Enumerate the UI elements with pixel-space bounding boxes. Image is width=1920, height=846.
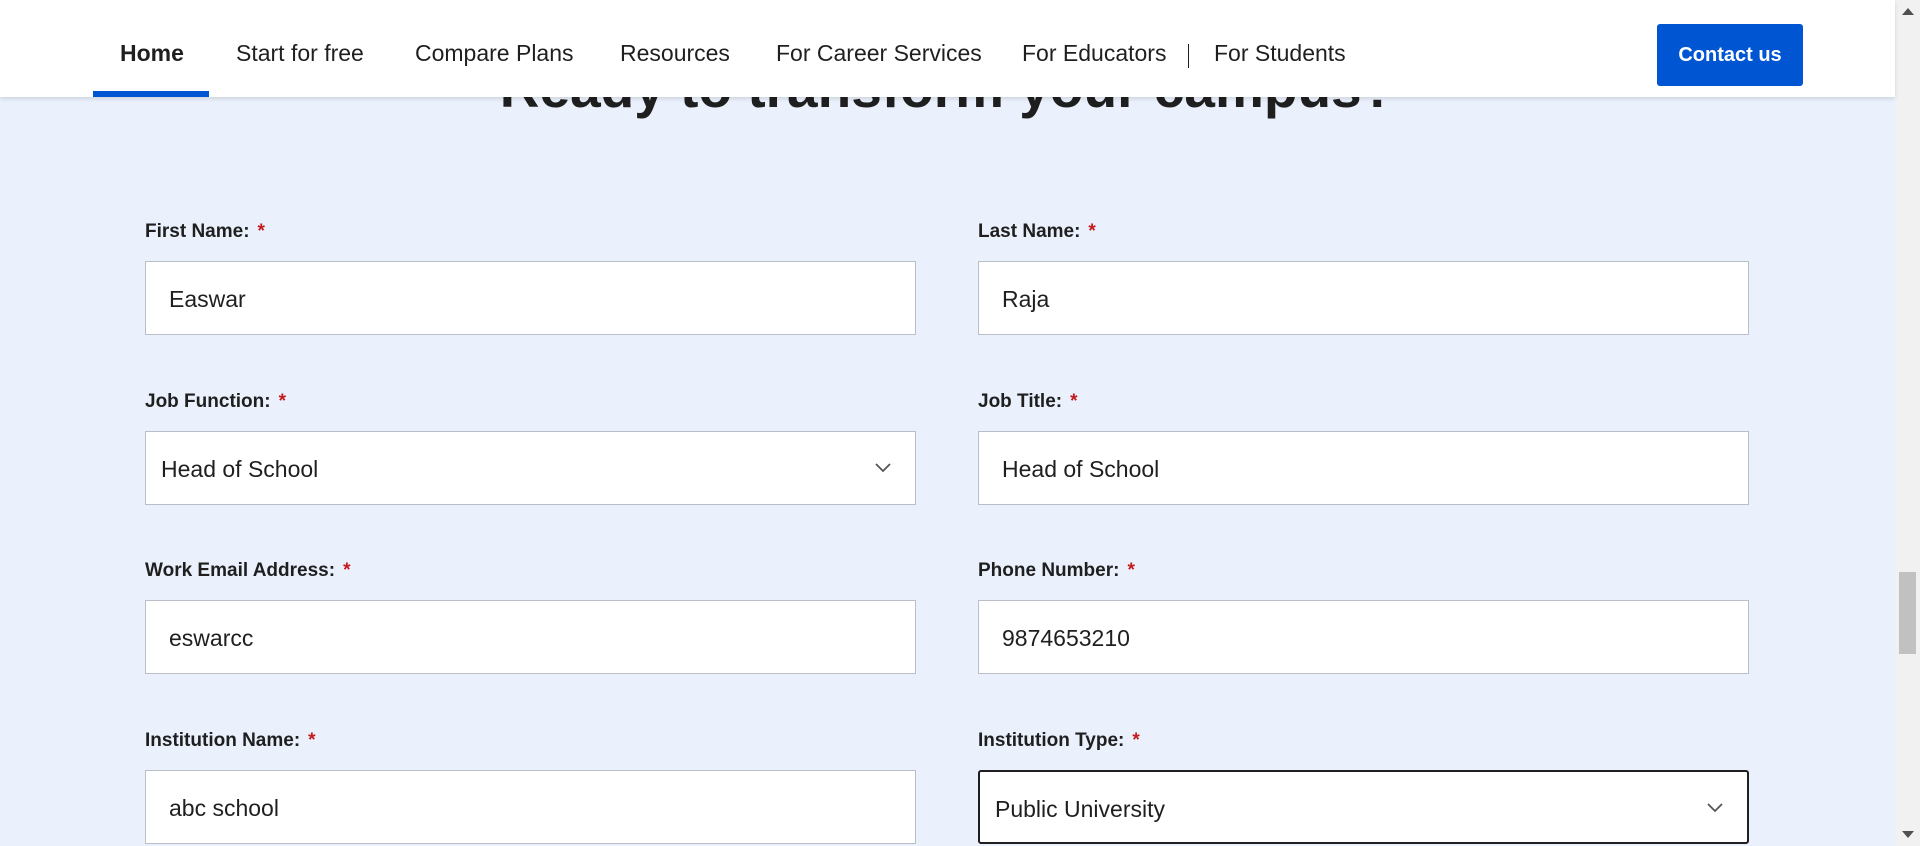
required-marker: * [257, 221, 265, 242]
required-marker: * [1088, 221, 1096, 242]
institution-name-label-text: Institution Name: [145, 730, 301, 751]
last-name-label: Last Name: * [978, 221, 1096, 243]
scroll-down-arrow-icon[interactable] [1902, 831, 1914, 838]
institution-type-value: Public University [995, 796, 1165, 822]
job-function-label-text: Job Function: [145, 391, 271, 412]
nav-home[interactable]: Home [120, 0, 184, 97]
nav-for-career-services[interactable]: For Career Services [776, 0, 982, 97]
institution-name-field[interactable]: abc school [145, 770, 916, 844]
chevron-down-icon [875, 463, 891, 473]
first-name-value: Easwar [169, 286, 246, 312]
required-marker: * [278, 391, 286, 412]
work-email-label: Work Email Address: * [145, 560, 350, 582]
scroll-up-arrow-icon[interactable] [1902, 8, 1914, 15]
institution-name-value: abc school [169, 795, 279, 821]
nav-divider [1188, 44, 1189, 68]
required-marker: * [308, 730, 316, 751]
job-function-value: Head of School [161, 456, 319, 482]
chevron-down-icon [1707, 803, 1723, 813]
institution-type-label-text: Institution Type: [978, 730, 1125, 751]
job-title-field[interactable]: Head of School [978, 431, 1749, 505]
job-title-label-text: Job Title: [978, 391, 1063, 412]
contact-us-button[interactable]: Contact us [1657, 24, 1803, 86]
nav-compare-plans[interactable]: Compare Plans [415, 0, 574, 97]
required-marker: * [1070, 391, 1078, 412]
phone-number-label-text: Phone Number: [978, 560, 1120, 581]
top-navigation: Home Start for free Compare Plans Resour… [0, 0, 1895, 97]
page: Ready to transform your campus? Home Sta… [0, 0, 1920, 846]
scrollbar-thumb[interactable] [1899, 572, 1916, 654]
required-marker: * [1127, 560, 1135, 581]
work-email-label-text: Work Email Address: [145, 560, 336, 581]
first-name-field[interactable]: Easwar [145, 261, 916, 335]
phone-number-value: 9874653210 [1002, 625, 1130, 651]
job-function-select[interactable]: Head of School [145, 431, 916, 505]
required-marker: * [343, 560, 351, 581]
nav-start-for-free[interactable]: Start for free [236, 0, 364, 97]
phone-number-label: Phone Number: * [978, 560, 1135, 582]
last-name-field[interactable]: Raja [978, 261, 1749, 335]
nav-resources[interactable]: Resources [620, 0, 730, 97]
work-email-field[interactable]: eswarcc [145, 600, 916, 674]
active-tab-indicator [93, 91, 209, 97]
nav-for-students[interactable]: For Students [1214, 0, 1346, 97]
job-title-label: Job Title: * [978, 391, 1078, 413]
institution-type-select[interactable]: Public University [978, 770, 1749, 844]
last-name-value: Raja [1002, 286, 1050, 312]
first-name-label: First Name: * [145, 221, 265, 243]
institution-type-label: Institution Type: * [978, 730, 1140, 752]
required-marker: * [1132, 730, 1140, 751]
phone-number-field[interactable]: 9874653210 [978, 600, 1749, 674]
last-name-label-text: Last Name: [978, 221, 1081, 242]
institution-name-label: Institution Name: * [145, 730, 316, 752]
work-email-value: eswarcc [169, 625, 254, 651]
job-title-value: Head of School [1002, 456, 1160, 482]
nav-for-educators[interactable]: For Educators [1022, 0, 1166, 97]
job-function-label: Job Function: * [145, 391, 286, 413]
page-scrollbar[interactable] [1895, 0, 1920, 846]
first-name-label-text: First Name: [145, 221, 250, 242]
